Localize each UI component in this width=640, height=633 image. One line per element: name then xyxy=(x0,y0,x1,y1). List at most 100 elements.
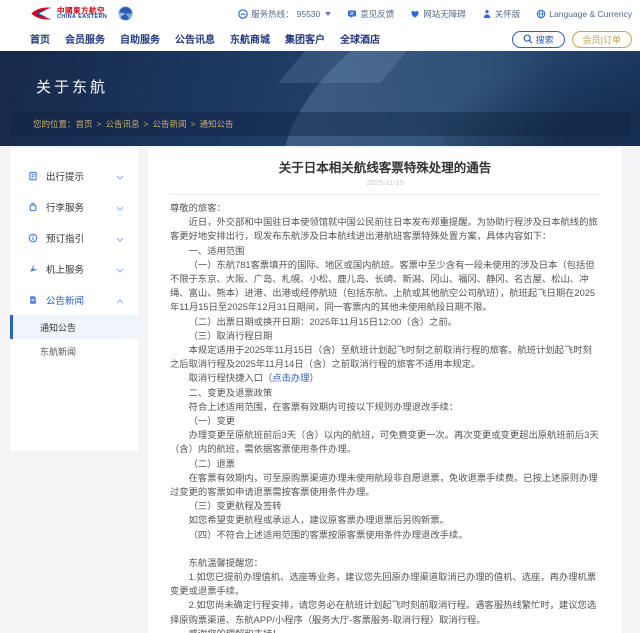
nav-item: 首页 xyxy=(30,30,50,48)
nav-item-link[interactable]: 东航商城 xyxy=(230,35,270,46)
nav-item-link[interactable]: 集团客户 xyxy=(285,35,325,46)
paragraph-text: 取消行程快捷入口（ xyxy=(189,373,273,383)
sidebar-subitem-notices[interactable]: 通知公告 xyxy=(10,315,138,339)
headset-icon xyxy=(238,9,248,19)
person-icon xyxy=(482,9,492,19)
article-date: 2025-11-15 xyxy=(170,178,600,187)
article-panel: 关于日本相关航线客票特殊处理的通告 2025-11-15 尊敬的旅客：近日，外交… xyxy=(148,148,622,633)
article-paragraph: 东航温馨提醒您： xyxy=(170,556,600,570)
breadcrumb-link[interactable]: 首页 xyxy=(76,118,93,130)
sidebar-item-booking-guide[interactable]: 预订指引 xyxy=(10,222,138,253)
topbar-links: 服务热线： 95530 意见反馈 网站无障碍 关怀版 Language & Curre… xyxy=(238,8,632,20)
article-paragraph: 尊敬的旅客： xyxy=(170,201,600,215)
search-label: 搜索 xyxy=(536,33,554,46)
paragraph-text: ） xyxy=(309,373,318,383)
toplink-feedback[interactable]: 意见反馈 xyxy=(347,8,394,20)
heart-icon xyxy=(410,9,420,19)
sidebar-item-label: 公告新闻 xyxy=(46,293,116,307)
article-title: 关于日本相关航线客票特殊处理的通告 xyxy=(170,160,600,176)
member-orders-button[interactable]: 会员|订单 xyxy=(572,31,632,48)
article-paragraph: 近日，外交部和中国驻日本使领馆就中国公民前往日本发布郑重提醒。为协助行程涉及日本… xyxy=(170,215,600,243)
nav-item: 公告讯息 xyxy=(175,30,215,48)
nav-item: 东航商城 xyxy=(230,30,270,48)
logo-name-en: CHINA EASTERN xyxy=(57,15,107,21)
plane-icon xyxy=(28,264,38,274)
toplink-accessibility[interactable]: 网站无障碍 xyxy=(410,8,466,20)
caret-down-icon xyxy=(325,12,331,16)
cancel-itinerary-link[interactable]: 点击办理 xyxy=(272,373,309,383)
nav-item-link[interactable]: 全球酒店 xyxy=(340,35,380,46)
logo-text: 中國東方航空 CHINA EASTERN xyxy=(57,7,107,21)
toplink-label: 网站无障碍 xyxy=(423,8,466,20)
search-button[interactable]: 搜索 xyxy=(512,31,565,48)
chevron-down-icon xyxy=(116,167,124,185)
nav-item-link[interactable]: 首页 xyxy=(30,35,50,46)
nav-item-link[interactable]: 自助服务 xyxy=(120,35,160,46)
article-paragraph: （二）退票 xyxy=(170,457,600,471)
sidebar-item-label: 机上服务 xyxy=(46,262,116,276)
logo-name-cn: 中國東方航空 xyxy=(57,7,107,15)
sidebar: 出行提示行李服务预订指引机上服务公告新闻 通知公告东航新闻 xyxy=(10,148,138,451)
luggage-icon xyxy=(28,202,38,212)
sidebar-item-label: 行李服务 xyxy=(46,200,116,214)
hotline-number: 95530 xyxy=(297,9,321,19)
article-paragraph: 二、变更及退票政策 xyxy=(170,386,600,400)
article-paragraph: （三）取消行程日期 xyxy=(170,329,600,343)
nav-item-link[interactable]: 公告讯息 xyxy=(175,35,215,46)
page-banner: 关于东航 您的位置： 首页>公告讯息>公告新闻>通知公告 xyxy=(0,51,640,146)
chevron-up-icon xyxy=(116,291,124,309)
sidebar-subitem-ce-news[interactable]: 东航新闻 xyxy=(10,339,138,363)
article-paragraph: 在客票有效期内，可至原购票渠道办理未使用航段非自愿退票，免收退票手续费。已按上述… xyxy=(170,471,600,499)
skyteam-logo xyxy=(118,6,133,21)
chevron-down-icon xyxy=(116,229,124,247)
article-paragraph: 一、适用范围 xyxy=(170,244,600,258)
article-paragraph: （一）东航781客票填开的国际、地区或国内航班。客票中至少含有一段未使用的涉及日… xyxy=(170,258,600,315)
nav-item-link[interactable]: 会员服务 xyxy=(65,35,105,46)
breadcrumb-separator: > xyxy=(144,119,149,129)
toplink-care-version[interactable]: 关怀版 xyxy=(482,8,521,20)
info-icon xyxy=(28,233,38,243)
page-title: 关于东航 xyxy=(36,76,108,97)
toplink-language-currency[interactable]: Language & Currency xyxy=(536,8,632,20)
nav-item: 全球酒店 xyxy=(340,30,380,48)
nav-item: 会员服务 xyxy=(65,30,105,48)
sidebar-item-baggage-services[interactable]: 行李服务 xyxy=(10,191,138,222)
nav-item: 集团客户 xyxy=(285,30,325,48)
article-paragraph: 2.如您尚未确定行程安排，请您务必在航班计划起飞时刻前取消行程。遇客服热线繁忙时… xyxy=(170,598,600,626)
breadcrumb-prefix: 您的位置： xyxy=(33,118,76,130)
sidebar-item-label: 预订指引 xyxy=(46,231,116,245)
feedback-icon xyxy=(347,9,357,19)
main-navbar: 首页 会员服务 自助服务 公告讯息 东航商城 集团客户 全球酒店 搜索 会员|订单 xyxy=(0,27,640,51)
clipboard-icon xyxy=(28,171,38,181)
top-utility-bar: 中國東方航空 CHINA EASTERN 服务热线： 95530 意见反馈 网站无… xyxy=(0,0,640,27)
article-paragraph: 如您希望变更航程或承运人，建议原客票办理退票后另购新票。 xyxy=(170,513,600,527)
breadcrumb-link[interactable]: 公告讯息 xyxy=(106,118,140,130)
hotline-dropdown[interactable]: 服务热线： 95530 xyxy=(238,8,331,20)
search-icon xyxy=(523,34,533,44)
breadcrumb-separator: > xyxy=(191,119,196,129)
breadcrumb-link[interactable]: 公告新闻 xyxy=(152,118,186,130)
sidebar-item-news-announcements[interactable]: 公告新闻 xyxy=(10,284,138,315)
article-paragraph: 感谢您的理解和支持！ xyxy=(170,627,600,633)
chevron-down-icon xyxy=(116,260,124,278)
article-paragraph: （四）不符合上述适用范围的客票按原客票使用条件办理退改手续。 xyxy=(170,528,600,542)
article-paragraph: （三）变更航程及签转 xyxy=(170,499,600,513)
page: 中國東方航空 CHINA EASTERN 服务热线： 95530 意见反馈 网站无… xyxy=(0,0,640,633)
toplink-label: Language & Currency xyxy=(549,9,632,19)
doc-icon xyxy=(28,295,38,305)
hotline-label: 服务热线： xyxy=(251,8,294,20)
bird-logo-icon xyxy=(30,6,52,21)
breadcrumb-separator: > xyxy=(97,119,102,129)
article-paragraph: 1.如您已提前办理值机、选座等业务，建议您先回原办理渠道取消已办理的值机、选座，… xyxy=(170,570,600,598)
toplink-label: 意见反馈 xyxy=(360,8,394,20)
breadcrumb: 您的位置： 首页>公告讯息>公告新闻>通知公告 xyxy=(10,112,630,136)
article-paragraph: 办理变更至原航班前后3天（含）以内的航班，可免费变更一次。再次变更或变更超出原航… xyxy=(170,428,600,456)
breadcrumb-link[interactable]: 通知公告 xyxy=(199,118,233,130)
chevron-down-icon xyxy=(116,198,124,216)
company-logo[interactable]: 中國東方航空 CHINA EASTERN xyxy=(30,6,133,21)
toplink-label: 关怀版 xyxy=(495,8,521,20)
member-label: 会员|订单 xyxy=(583,33,621,46)
sidebar-item-travel-tips[interactable]: 出行提示 xyxy=(10,160,138,191)
sidebar-item-onboard-services[interactable]: 机上服务 xyxy=(10,253,138,284)
article-paragraph: 符合上述适用范围，在客票有效期内可按以下规则办理退改手续： xyxy=(170,400,600,414)
